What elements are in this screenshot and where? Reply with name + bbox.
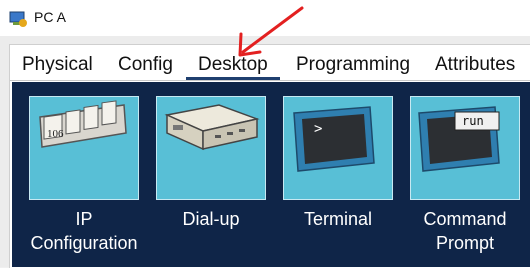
tab-physical[interactable]: Physical <box>22 54 93 76</box>
tab-bar: Physical Config Desktop Programming Attr… <box>10 45 530 81</box>
tab-programming[interactable]: Programming <box>296 54 410 76</box>
modem-icon <box>164 104 260 151</box>
ip-config-icon: 106 <box>39 100 127 148</box>
title-bar: PC A <box>0 0 530 36</box>
command-prompt-icon-text: run <box>462 114 484 128</box>
ip-configuration-label: IP Configuration <box>30 209 138 253</box>
dial-up-app[interactable] <box>156 96 266 200</box>
terminal-label: Terminal <box>303 209 373 229</box>
tab-divider <box>10 80 530 81</box>
tab-attributes[interactable]: Attributes <box>435 54 515 76</box>
command-prompt-app[interactable]: run <box>410 96 520 200</box>
terminal-app[interactable]: > <box>283 96 393 200</box>
command-prompt-label: Command Prompt <box>423 209 507 253</box>
tab-config[interactable]: Config <box>118 54 173 76</box>
command-prompt-icon: run <box>418 106 500 172</box>
ip-config-icon-text: 106 <box>47 128 64 140</box>
terminal-icon: > <box>293 106 375 172</box>
window-title: PC A <box>34 9 66 25</box>
packet-tracer-pc-icon <box>9 11 27 27</box>
dial-up-label: Dial-up <box>182 209 240 229</box>
desktop-panel: 106 IP Configuration Dial-up > Terminal <box>12 82 530 267</box>
terminal-icon-text: > <box>314 121 322 137</box>
ip-configuration-app[interactable]: 106 <box>29 96 139 200</box>
tab-desktop[interactable]: Desktop <box>186 54 280 80</box>
